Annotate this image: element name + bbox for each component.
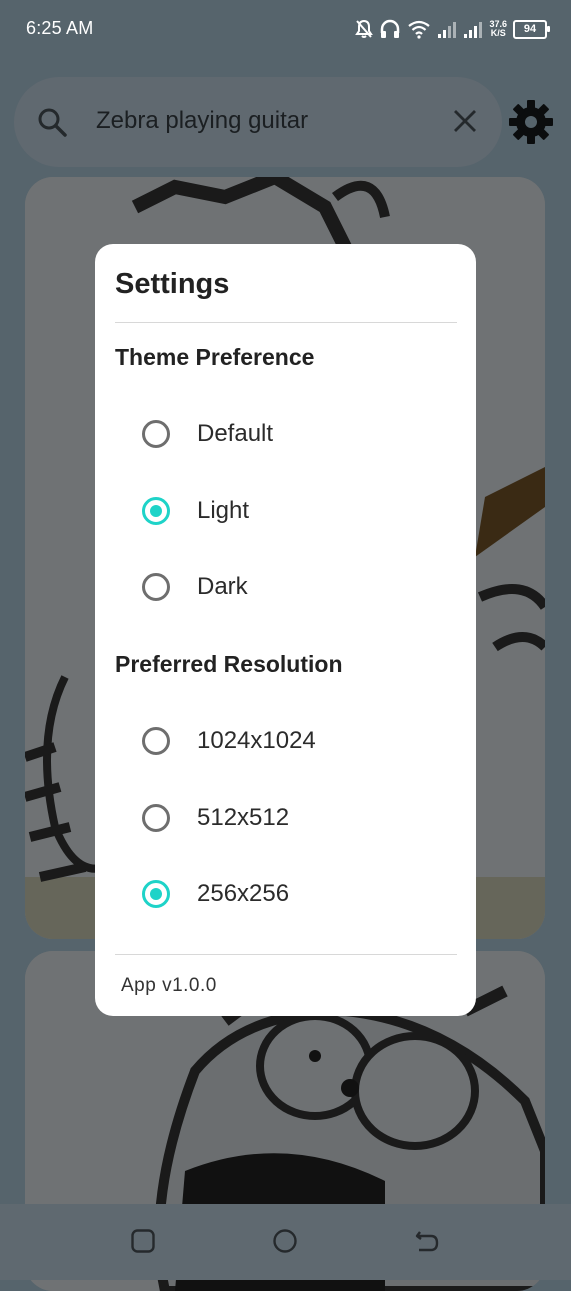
theme-option-dark[interactable]: Dark <box>142 568 442 606</box>
app-version: App v1.0.0 <box>121 975 217 996</box>
status-icons: 37.6 K/S 94 <box>355 16 550 42</box>
battery-level: 94 <box>523 23 537 35</box>
resolution-section-title: Preferred Resolution <box>115 651 343 677</box>
resolution-option-256[interactable]: 256x256 <box>142 875 442 913</box>
radio-button-selected[interactable] <box>142 497 170 525</box>
navigation-bar <box>0 1204 571 1280</box>
network-speed: 37.6 K/S <box>489 20 507 38</box>
close-icon[interactable] <box>452 108 478 134</box>
radio-button[interactable] <box>142 727 170 755</box>
headphones-icon <box>381 19 400 38</box>
resolution-option-1024[interactable]: 1024x1024 <box>142 722 442 760</box>
search-icon <box>38 108 67 137</box>
signal-icon <box>438 22 457 38</box>
divider <box>115 322 457 323</box>
radio-button-selected[interactable] <box>142 880 170 908</box>
network-speed-unit: K/S <box>490 28 506 38</box>
settings-dialog: Settings Theme Preference Default Light … <box>95 244 476 1016</box>
theme-option-default[interactable]: Default <box>142 415 442 453</box>
theme-option-label: Default <box>197 420 274 447</box>
status-time: 6:25 AM <box>26 18 94 38</box>
circle-icon[interactable] <box>272 1228 298 1254</box>
wifi-icon <box>408 20 431 39</box>
resolution-option-label: 256x256 <box>197 880 290 907</box>
gear-icon[interactable] <box>508 99 554 145</box>
theme-option-label: Light <box>197 497 250 524</box>
radio-button[interactable] <box>142 573 170 601</box>
divider <box>115 954 457 955</box>
bell-off-icon <box>355 19 374 38</box>
theme-option-label: Dark <box>197 573 248 600</box>
back-icon[interactable] <box>414 1228 440 1254</box>
resolution-option-label: 1024x1024 <box>197 727 316 754</box>
square-icon[interactable] <box>130 1228 156 1254</box>
radio-button[interactable] <box>142 804 170 832</box>
theme-option-light[interactable]: Light <box>142 492 442 530</box>
battery-indicator: 94 <box>513 19 550 39</box>
radio-button[interactable] <box>142 420 170 448</box>
resolution-option-512[interactable]: 512x512 <box>142 799 442 837</box>
resolution-option-label: 512x512 <box>197 804 290 831</box>
dialog-title: Settings <box>115 268 230 300</box>
theme-section-title: Theme Preference <box>115 344 315 370</box>
search-input[interactable]: Zebra playing guitar <box>96 107 308 135</box>
status-bar: 6:25 AM 37.6 K/S 94 <box>0 0 571 58</box>
search-bar[interactable]: Zebra playing guitar <box>14 77 502 167</box>
signal-icon-2 <box>464 22 483 38</box>
